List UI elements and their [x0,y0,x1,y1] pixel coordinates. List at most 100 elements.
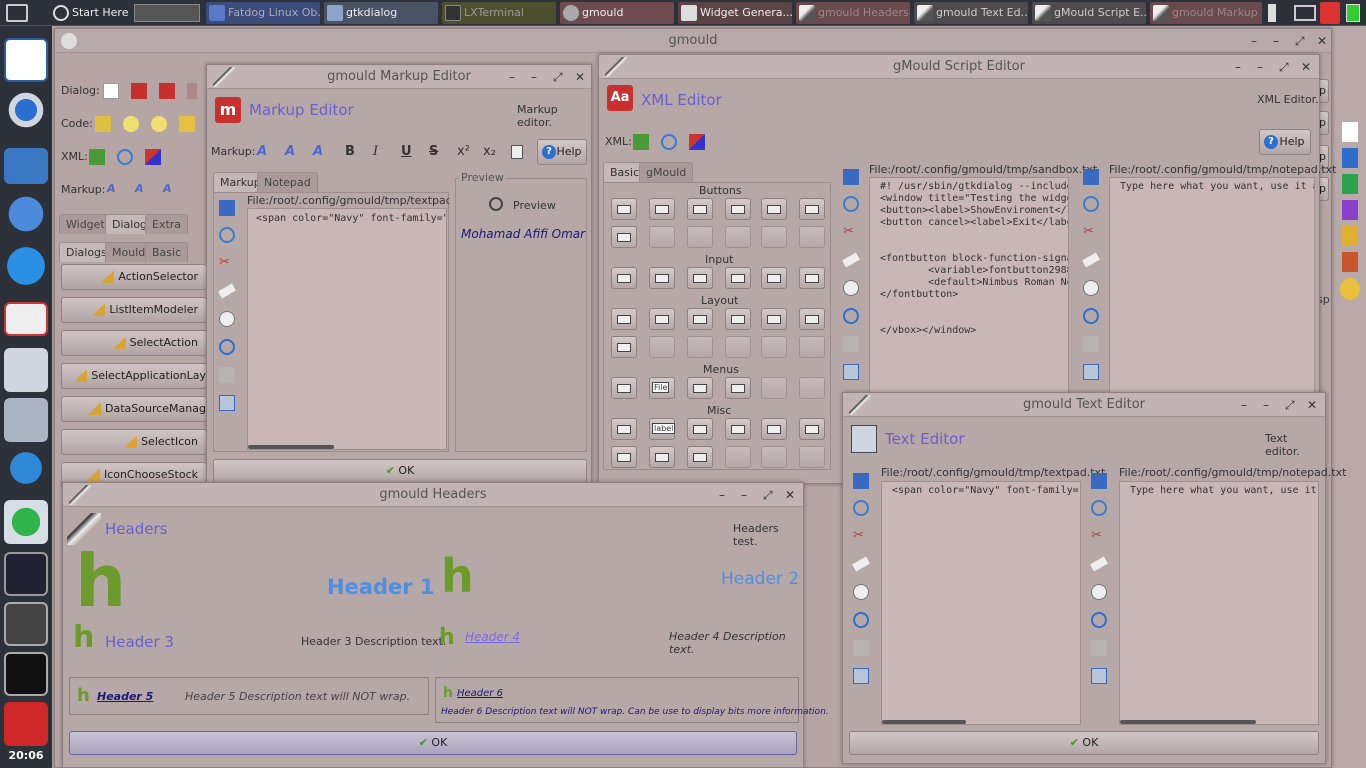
palette-widget-button[interactable] [761,267,787,289]
close-button[interactable]: ✕ [575,65,585,89]
task-fatdog[interactable]: Fatdog Linux Ob... [206,2,320,24]
close-button[interactable]: ✕ [1317,29,1327,53]
tab-extra[interactable]: Extra [145,214,189,234]
task-lxterminal[interactable]: LXTerminal [442,2,556,24]
italic-icon[interactable]: I [373,144,389,160]
shade-button[interactable]: – [1273,29,1279,53]
palette-widget-button[interactable] [799,418,825,440]
tab-notepad[interactable]: Notepad [257,172,318,192]
minimize-button[interactable]: – [719,483,725,507]
close-button[interactable]: ✕ [1301,55,1311,79]
palette-widget-button[interactable] [687,418,713,440]
notepad-text-area[interactable]: Type here what you want, use it as a no [1109,177,1315,395]
palette-widget-button[interactable] [799,267,825,289]
calc-icon[interactable] [1342,174,1358,194]
document-icon[interactable] [4,38,48,82]
window-icon[interactable] [853,668,869,684]
shade-button[interactable]: – [531,65,537,89]
textpad-area[interactable]: <span color="Navy" font-family="Sans [881,481,1081,725]
sandbox-text-area[interactable]: #! /usr/sbin/gtkdialog --include=conf.h … [869,177,1069,395]
header-6-link[interactable]: Header 6 [457,688,503,699]
base-icon[interactable] [1342,200,1358,220]
refresh-icon[interactable] [843,196,859,212]
palette-widget-button[interactable] [725,418,751,440]
cut-icon[interactable]: ✂ [853,528,869,544]
cut-icon[interactable]: ✂ [843,224,859,240]
action-selector-button[interactable]: ActionSelector [61,264,207,290]
maximize-button[interactable]: ⤢ [1285,393,1295,417]
help-button[interactable]: ? Help [1259,129,1311,155]
palette-widget-button[interactable] [649,198,675,220]
palette-widget-button[interactable] [687,267,713,289]
palette-widget-button[interactable] [799,308,825,330]
maximize-button[interactable]: ⤢ [1279,55,1289,79]
notepad-area[interactable]: Type here what you want, use it as a no [1119,481,1319,725]
text-style-icon[interactable]: A [257,144,273,160]
power-icon[interactable] [4,702,48,746]
file-icon[interactable] [1342,122,1358,142]
terminal-icon[interactable] [4,652,48,696]
palette-widget-button[interactable] [761,418,787,440]
ok-button[interactable]: ✔ OK [213,459,587,483]
palette-widget-button[interactable] [611,267,637,289]
shade-button[interactable]: – [1257,55,1263,79]
text-style-icon[interactable]: A [107,182,123,198]
power-icon[interactable] [843,308,859,324]
palette-widget-button[interactable] [649,267,675,289]
palette-widget-button[interactable]: File [649,377,675,399]
list-item-modeler-button[interactable]: ListItemModeler [61,297,207,323]
tab-gmould[interactable]: gMould [639,162,694,182]
horizontal-scrollbar[interactable] [882,720,966,724]
settings-icon[interactable] [4,88,48,132]
network-icon[interactable] [1294,5,1316,21]
refresh-icon[interactable] [219,227,235,243]
globe-icon[interactable] [4,192,48,236]
palette-widget-button[interactable] [725,377,751,399]
header-4-link[interactable]: Header 4 [465,630,520,644]
eraser-icon[interactable] [1090,556,1108,572]
superscript-icon[interactable]: x² [457,144,473,160]
subscript-icon[interactable]: x₂ [483,144,499,160]
system-monitor-icon[interactable] [4,552,48,596]
clear-icon[interactable] [219,311,235,327]
screenshot-icon[interactable] [4,602,48,646]
close-button[interactable]: ✕ [1307,393,1317,417]
palette-widget-button[interactable] [687,308,713,330]
power-status-icon[interactable] [1320,2,1340,24]
palette-widget-button[interactable] [649,446,675,468]
shade-button[interactable]: – [1263,393,1269,417]
palette-widget-button[interactable] [725,198,751,220]
window-icon[interactable] [1091,668,1107,684]
palette-widget-button[interactable] [611,446,637,468]
bold-icon[interactable]: B [345,144,361,160]
font-icon[interactable] [131,83,147,99]
comment-icon[interactable] [151,116,167,132]
header-5-link[interactable]: Header 5 [97,690,153,703]
download-icon[interactable] [89,149,105,165]
refresh-icon[interactable] [661,134,677,150]
task-gtkdialog[interactable]: gtkdialog [324,2,438,24]
select-icon-button[interactable]: SelectIcon [61,429,207,455]
palette-widget-button[interactable] [611,377,637,399]
task-widget-generator[interactable]: Widget Genera... [678,2,792,24]
cut-icon[interactable]: ✂ [1083,224,1099,240]
notes-icon[interactable] [4,398,48,442]
palette-widget-button[interactable] [611,418,637,440]
close-button[interactable]: ✕ [785,483,795,507]
ok-button[interactable]: ✔ OK [69,731,797,755]
minimize-button[interactable]: – [509,65,515,89]
palette-widget-button[interactable] [687,198,713,220]
shade-button[interactable]: – [741,483,747,507]
folder-icon[interactable] [4,148,48,184]
save-icon[interactable] [1083,169,1099,185]
tux-icon[interactable] [1340,278,1360,300]
palette-widget-button[interactable] [687,377,713,399]
eraser-icon[interactable] [842,252,860,268]
tab-basic[interactable]: Basic [145,242,189,262]
palette-widget-button[interactable] [725,308,751,330]
clear-icon[interactable] [843,280,859,296]
palette-widget-button[interactable] [761,198,787,220]
show-desktop-icon[interactable] [6,4,28,22]
maximize-button[interactable]: ⤢ [1295,29,1305,53]
start-here-button[interactable]: Start Here [50,2,130,24]
